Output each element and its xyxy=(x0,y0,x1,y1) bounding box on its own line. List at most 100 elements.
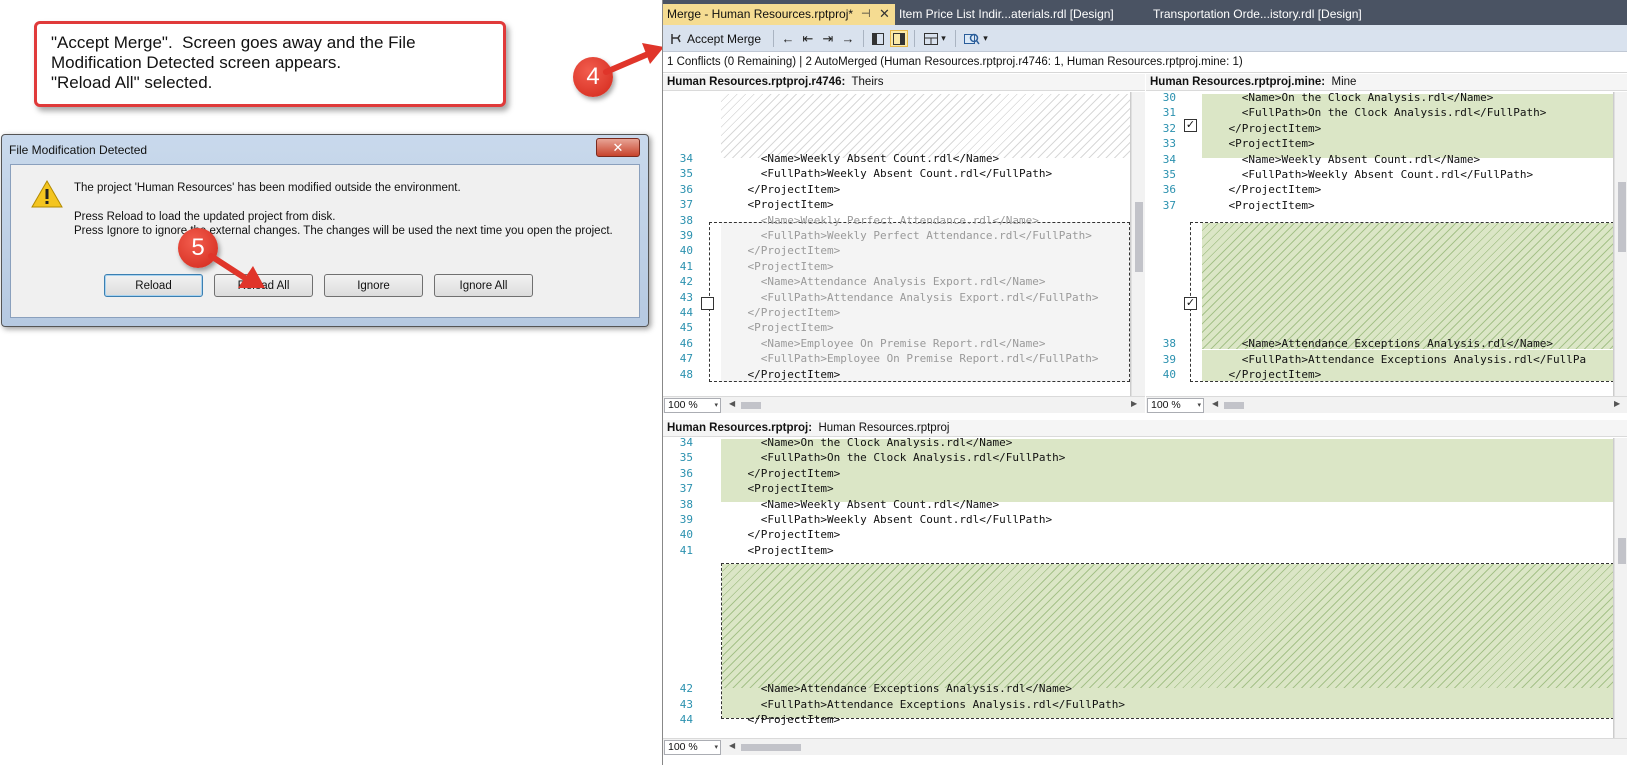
line-text: <Name>Attendance Exceptions Analysis.rdl… xyxy=(1202,337,1553,351)
line-text: <Name>Weekly Absent Count.rdl</Name> xyxy=(721,152,1000,165)
result-zoom-value: 100 % xyxy=(668,741,698,753)
theirs-zoom-select[interactable]: 100 % ▾ xyxy=(664,398,721,413)
line-number: 34 xyxy=(679,438,693,449)
layout-dropdown-icon[interactable]: ▾ xyxy=(920,30,950,47)
chevron-down-icon: ▾ xyxy=(714,744,718,751)
mine-horizontal-bar: 100 % ▾ ◀ ▶ xyxy=(1146,396,1627,413)
first-change-icon[interactable]: ⇤ xyxy=(799,30,817,47)
accept-merge-icon xyxy=(671,33,681,44)
line-number: 38 xyxy=(1162,337,1176,351)
line-text: </ProjectItem> xyxy=(1202,183,1322,197)
mine-zoom-value: 100 % xyxy=(1151,399,1181,411)
next-change-icon[interactable]: → xyxy=(839,30,857,47)
theirs-horizontal-bar: 100 % ▾ ◀ ▶ xyxy=(663,396,1145,413)
line-text: <Name>Weekly Perfect Attendance.rdl</Nam… xyxy=(721,213,1039,227)
line-number: 34 xyxy=(1162,152,1176,166)
line-number: 33 xyxy=(1162,137,1176,151)
scroll-left-icon[interactable]: ◀ xyxy=(729,399,735,408)
dialog-body: The project 'Human Resources' has been m… xyxy=(10,164,640,318)
document-tab-bar: Merge - Human Resources.rptproj* ⊣ ✕ Ite… xyxy=(663,0,1627,25)
line-text: <ProjectItem> xyxy=(1202,198,1315,212)
mine-hscroll-thumb[interactable] xyxy=(1224,402,1244,409)
mine-code-pane[interactable]: ✓ ✓ 30 <Name>On the Clock Analysis.rdl</… xyxy=(1146,92,1614,396)
horizontal-layout-icon[interactable] xyxy=(890,30,908,47)
toolbar-separator xyxy=(773,30,774,47)
result-pane-title: Human Resources.rptproj: xyxy=(667,422,813,434)
vertical-layout-icon[interactable] xyxy=(869,30,887,47)
dialog-message-3: Press Ignore to ignore the external chan… xyxy=(74,225,613,237)
theirs-vertical-scrollbar[interactable] xyxy=(1131,92,1145,396)
merge-window: Merge - Human Resources.rptproj* ⊣ ✕ Ite… xyxy=(662,0,1627,765)
line-number: 39 xyxy=(1162,352,1176,366)
result-scroll-thumb[interactable] xyxy=(1618,538,1626,564)
result-vertical-scrollbar[interactable] xyxy=(1614,438,1627,738)
file-modification-dialog: File Modification Detected ✕ The project… xyxy=(1,134,649,327)
tab-close-icon[interactable]: ✕ xyxy=(879,4,890,24)
code-line: 43 <FullPath>Attendance Exceptions Analy… xyxy=(663,697,1613,713)
result-code-pane[interactable]: 34 <Name>On the Clock Analysis.rdl</Name… xyxy=(663,438,1614,738)
result-pane-subtitle: Human Resources.rptproj xyxy=(818,422,950,434)
line-text: <Name>Employee On Premise Report.rdl</Na… xyxy=(721,336,1046,350)
line-number: 35 xyxy=(679,167,693,181)
line-number: 40 xyxy=(679,244,693,258)
result-horizontal-bar: 100 % ▾ ◀ xyxy=(663,738,1627,755)
ignore-button[interactable]: Ignore xyxy=(324,274,423,297)
line-text: <FullPath>Attendance Analysis Export.rdl… xyxy=(721,290,1099,304)
mine-vertical-scrollbar[interactable] xyxy=(1614,92,1627,396)
scroll-right-icon[interactable]: ▶ xyxy=(1614,399,1620,408)
code-line: 34 <Name>On the Clock Analysis.rdl</Name… xyxy=(663,438,1613,451)
theirs-code-pane[interactable]: 34 <Name>Weekly Absent Count.rdl</Name> 3… xyxy=(663,92,1131,396)
theirs-scroll-thumb[interactable] xyxy=(1135,202,1143,272)
line-number: 45 xyxy=(679,321,693,335)
pin-icon[interactable]: ⊣ xyxy=(861,4,871,24)
theirs-pane-subtitle: Theirs xyxy=(851,76,884,88)
mine-empty-region xyxy=(1202,223,1613,349)
scroll-left-icon[interactable]: ◀ xyxy=(1212,399,1218,408)
code-line: 44 </ProjectItem> xyxy=(663,305,1130,321)
line-number: 36 xyxy=(679,182,693,196)
ignore-all-button[interactable]: Ignore All xyxy=(434,274,533,297)
line-number: 40 xyxy=(1162,368,1176,382)
theirs-empty-region xyxy=(721,94,1130,158)
line-text: <FullPath>On the Clock Analysis.rdl</Ful… xyxy=(1202,106,1547,120)
mine-zoom-select[interactable]: 100 % ▾ xyxy=(1147,398,1204,413)
line-text: <FullPath>On the Clock Analysis.rdl</Ful… xyxy=(721,451,1066,465)
toolbar-separator xyxy=(955,30,956,47)
last-change-icon[interactable]: ⇥ xyxy=(819,30,837,47)
line-number: 44 xyxy=(679,306,693,319)
tab-merge-human-resources[interactable]: Merge - Human Resources.rptproj* ⊣ ✕ xyxy=(663,4,895,25)
scroll-right-icon[interactable]: ▶ xyxy=(1131,399,1137,408)
code-line: 39 <FullPath>Weekly Perfect Attendance.r… xyxy=(663,228,1130,244)
code-line: 42 <Name>Attendance Exceptions Analysis.… xyxy=(663,681,1613,697)
compare-options-icon[interactable]: ▾ xyxy=(961,30,991,47)
theirs-hscroll-thumb[interactable] xyxy=(741,402,761,409)
result-hscroll-thumb[interactable] xyxy=(741,744,801,751)
line-number: 35 xyxy=(679,451,693,465)
line-number: 41 xyxy=(679,543,693,557)
reload-button[interactable]: Reload xyxy=(104,274,203,297)
dialog-message: The project 'Human Resources' has been m… xyxy=(74,181,613,239)
line-text: <ProjectItem> xyxy=(721,321,834,335)
line-text: <Name>On the Clock Analysis.rdl</Name> xyxy=(1202,92,1494,104)
line-number: 34 xyxy=(679,152,693,165)
mine-conflict-checkbox[interactable]: ✓ xyxy=(1184,297,1197,310)
code-line: 38 <Name>Attendance Exceptions Analysis.… xyxy=(1146,336,1613,352)
code-line: 33 <ProjectItem> xyxy=(1146,136,1613,152)
previous-change-icon[interactable]: ← xyxy=(779,30,797,47)
tab-merge-label: Merge - Human Resources.rptproj* xyxy=(667,7,854,21)
code-line: 35 <FullPath>On the Clock Analysis.rdl</… xyxy=(663,450,1613,466)
dialog-close-button[interactable]: ✕ xyxy=(596,138,640,157)
tab-transportation-order[interactable]: Transportation Orde...istory.rdl [Design… xyxy=(1149,4,1366,25)
line-number: 40 xyxy=(679,528,693,542)
result-zoom-select[interactable]: 100 % ▾ xyxy=(664,740,721,755)
line-number: 32 xyxy=(1162,121,1176,135)
accept-merge-button[interactable]: Accept Merge xyxy=(669,29,761,48)
line-text: <ProjectItem> xyxy=(1202,137,1315,151)
tab-item-price-list[interactable]: Item Price List Indir...aterials.rdl [De… xyxy=(895,4,1118,25)
scroll-left-icon[interactable]: ◀ xyxy=(729,741,735,750)
theirs-pane-title: Human Resources.rptproj.r4746: xyxy=(667,76,846,88)
line-number: 37 xyxy=(1162,198,1176,212)
line-number: 47 xyxy=(679,352,693,366)
mine-scroll-thumb[interactable] xyxy=(1618,182,1626,252)
line-number: 43 xyxy=(679,697,693,711)
